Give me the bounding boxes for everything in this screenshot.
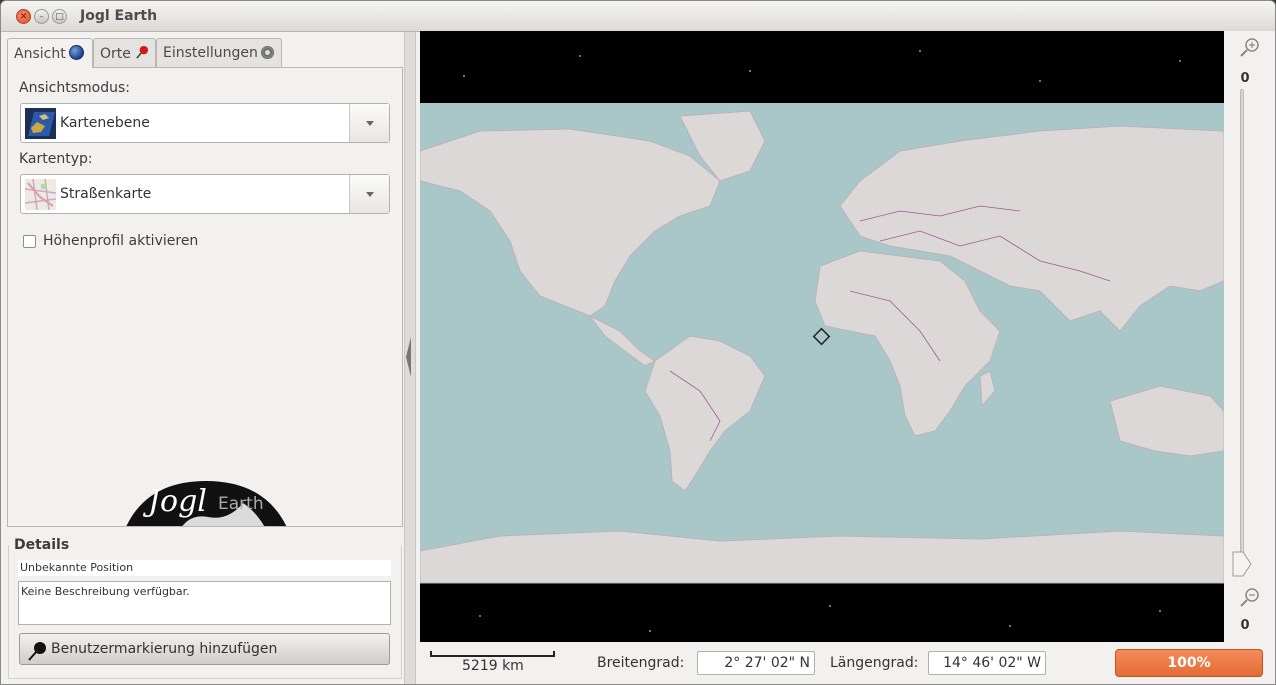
chevron-down-icon	[366, 121, 374, 126]
loading-progress: 100%	[1115, 649, 1263, 677]
globe-icon	[68, 45, 84, 60]
zoom-slider-thumb[interactable]	[1231, 549, 1253, 579]
zoom-bottom-value: 0	[1240, 618, 1250, 633]
panel-splitter[interactable]	[404, 32, 416, 684]
gear-icon	[260, 46, 274, 59]
view-mode-dropdown-button[interactable]	[349, 104, 389, 142]
tab-einstellungen[interactable]: Einstellungen	[156, 38, 282, 67]
minimize-window-button[interactable]: –	[34, 9, 49, 24]
status-bar: 5219 km Breitengrad: 2° 27' 02" N Längen…	[420, 642, 1275, 684]
map-layer-icon	[25, 108, 56, 139]
view-panel: Ansichtsmodus: Kartenebene Kartentyp: St…	[7, 67, 403, 527]
minimize-icon: –	[39, 12, 44, 22]
street-map-icon	[25, 179, 56, 210]
longitude-label: Längengrad:	[830, 655, 919, 671]
description-field[interactable]: Keine Beschreibung verfügbar.	[18, 581, 391, 625]
zoom-in-icon[interactable]	[1239, 37, 1261, 59]
close-icon: ✕	[19, 12, 28, 22]
scale-label: 5219 km	[462, 658, 524, 674]
elevation-checkbox[interactable]	[23, 235, 36, 248]
splitter-grip-icon	[406, 337, 411, 377]
close-window-button[interactable]: ✕	[16, 9, 31, 24]
world-map[interactable]	[420, 31, 1224, 642]
chevron-down-icon	[366, 192, 374, 197]
map-type-dropdown-button[interactable]	[349, 175, 389, 213]
details-title: Details	[14, 537, 70, 553]
position-field: Unbekannte Position	[18, 560, 391, 576]
tab-ansicht[interactable]: Ansicht	[7, 38, 93, 68]
map-type-value: Straßenkarte	[60, 186, 152, 202]
window-title: Jogl Earth	[80, 8, 158, 24]
zoom-slider-track[interactable]	[1240, 89, 1244, 559]
view-mode-select[interactable]: Kartenebene	[20, 103, 390, 143]
latitude-label: Breitengrad:	[597, 655, 685, 671]
view-mode-label: Ansichtsmodus:	[19, 80, 130, 96]
maximize-window-button[interactable]: □	[52, 9, 67, 24]
zoom-out-icon[interactable]	[1239, 587, 1261, 609]
add-user-marker-button[interactable]: Benutzermarkierung hinzufügen	[19, 633, 390, 665]
details-section: Details Unbekannte Position Keine Beschr…	[7, 535, 403, 680]
svg-text:Jogl: Jogl	[142, 484, 207, 519]
map-type-select[interactable]: Straßenkarte	[20, 174, 390, 214]
app-window: ✕ – □ Jogl Earth Ansicht Orte Einstellun…	[0, 0, 1276, 685]
title-bar: ✕ – □ Jogl Earth	[1, 1, 1275, 32]
pin-icon	[28, 642, 46, 661]
maximize-icon: □	[55, 12, 64, 22]
elevation-label[interactable]: Höhenprofil aktivieren	[43, 233, 198, 249]
pin-icon	[136, 45, 148, 59]
map-type-label: Kartentyp:	[19, 151, 93, 167]
tab-orte[interactable]: Orte	[93, 38, 156, 67]
zoom-controls: 0 0	[1224, 31, 1275, 642]
map-view[interactable]	[420, 31, 1224, 642]
view-mode-value: Kartenebene	[60, 115, 150, 131]
tab-orte-label: Orte	[100, 46, 131, 62]
zoom-top-value: 0	[1240, 71, 1250, 86]
tab-ansicht-label: Ansicht	[14, 46, 66, 62]
longitude-field[interactable]: 14° 46' 02" W	[928, 651, 1046, 675]
tab-einstellungen-label: Einstellungen	[163, 45, 258, 61]
add-user-marker-label: Benutzermarkierung hinzufügen	[51, 641, 278, 657]
scale-bar	[430, 651, 555, 657]
latitude-field[interactable]: 2° 27' 02" N	[697, 651, 815, 675]
jogl-earth-logo: Jogl Earth	[126, 481, 287, 526]
svg-text:Earth: Earth	[218, 494, 264, 514]
